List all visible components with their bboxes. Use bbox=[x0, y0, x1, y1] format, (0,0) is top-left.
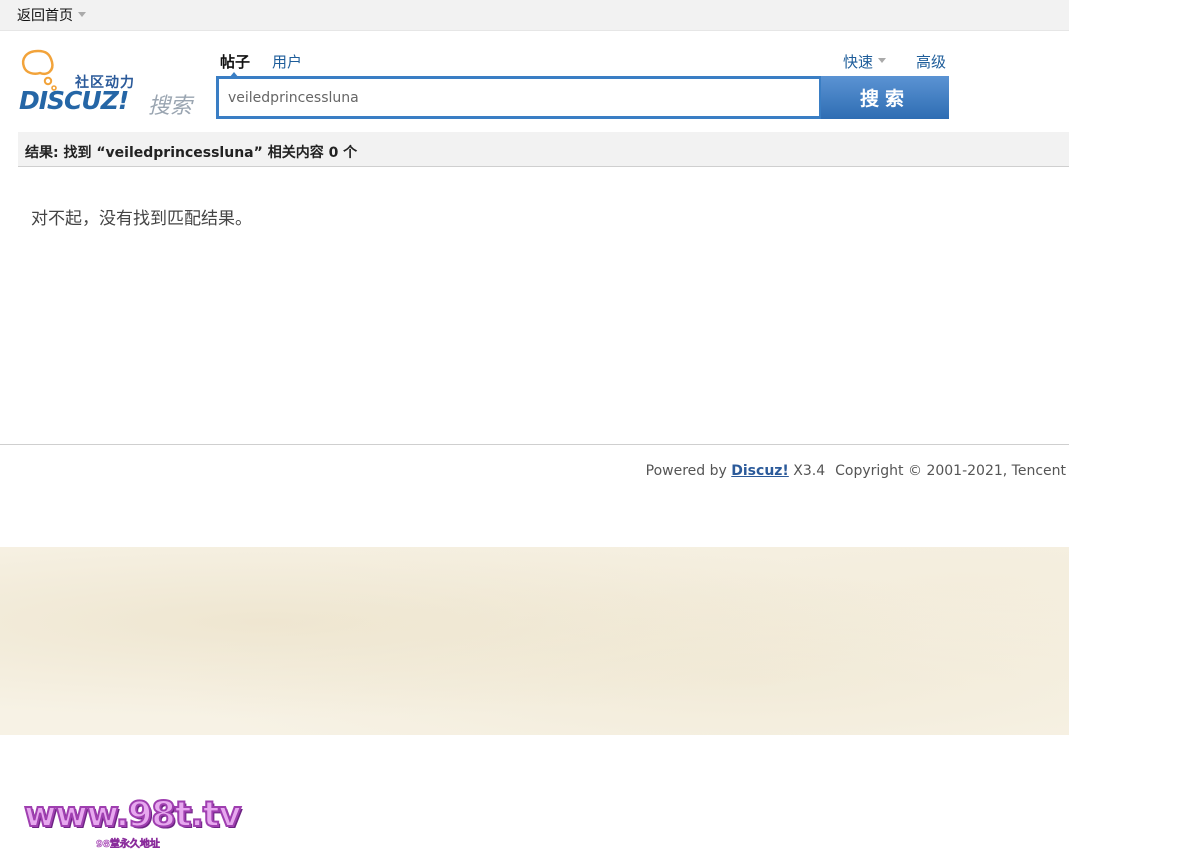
top-bar: 返回首页 bbox=[0, 0, 1069, 31]
discuz-brand-link[interactable]: Discuz! bbox=[731, 463, 789, 479]
quick-search-menu[interactable]: 快速 bbox=[843, 51, 887, 72]
discuz-logo[interactable]: 社区动力 DISCUZ! 搜索 bbox=[18, 48, 198, 119]
back-home-label: 返回首页 bbox=[17, 8, 73, 24]
search-input[interactable] bbox=[219, 79, 819, 116]
parchment-background bbox=[0, 547, 1069, 735]
result-summary-bar: 结果: 找到 “veiledprincessluna” 相关内容 0 个 bbox=[18, 132, 1069, 167]
logo-search-word: 搜索 bbox=[148, 94, 193, 119]
copyright-text: Copyright © 2001-2021, Tencent bbox=[835, 463, 1066, 479]
watermark-sub-text: 98堂永久地址 bbox=[96, 839, 160, 851]
logo-wordmark: DISCUZ! bbox=[19, 86, 129, 115]
chevron-down-icon bbox=[78, 11, 86, 17]
tab-users[interactable]: 用户 bbox=[272, 51, 302, 72]
search-box bbox=[216, 76, 821, 119]
back-home-link[interactable]: 返回首页 bbox=[17, 5, 86, 25]
search-button[interactable]: 搜索 bbox=[821, 76, 949, 119]
result-summary: 结果: 找到 “veiledprincessluna” 相关内容 0 个 bbox=[25, 145, 358, 161]
no-results-message: 对不起，没有找到匹配结果。 bbox=[31, 209, 252, 229]
footer: Powered by Discuz! X3.4 Copyright © 2001-… bbox=[646, 463, 1066, 479]
site-watermark-logo: www.98t.tv 98堂永久地址 bbox=[23, 794, 244, 855]
powered-by-label: Powered by bbox=[645, 463, 727, 479]
tab-posts[interactable]: 帖子 bbox=[220, 51, 250, 72]
version-label: X3.4 bbox=[793, 463, 826, 479]
advanced-search-link[interactable]: 高级 bbox=[916, 51, 946, 72]
chevron-down-icon bbox=[878, 58, 887, 63]
quick-search-label: 快速 bbox=[843, 53, 874, 71]
footer-divider bbox=[0, 444, 1069, 445]
watermark-main-text: www.98t.tv bbox=[23, 794, 242, 836]
